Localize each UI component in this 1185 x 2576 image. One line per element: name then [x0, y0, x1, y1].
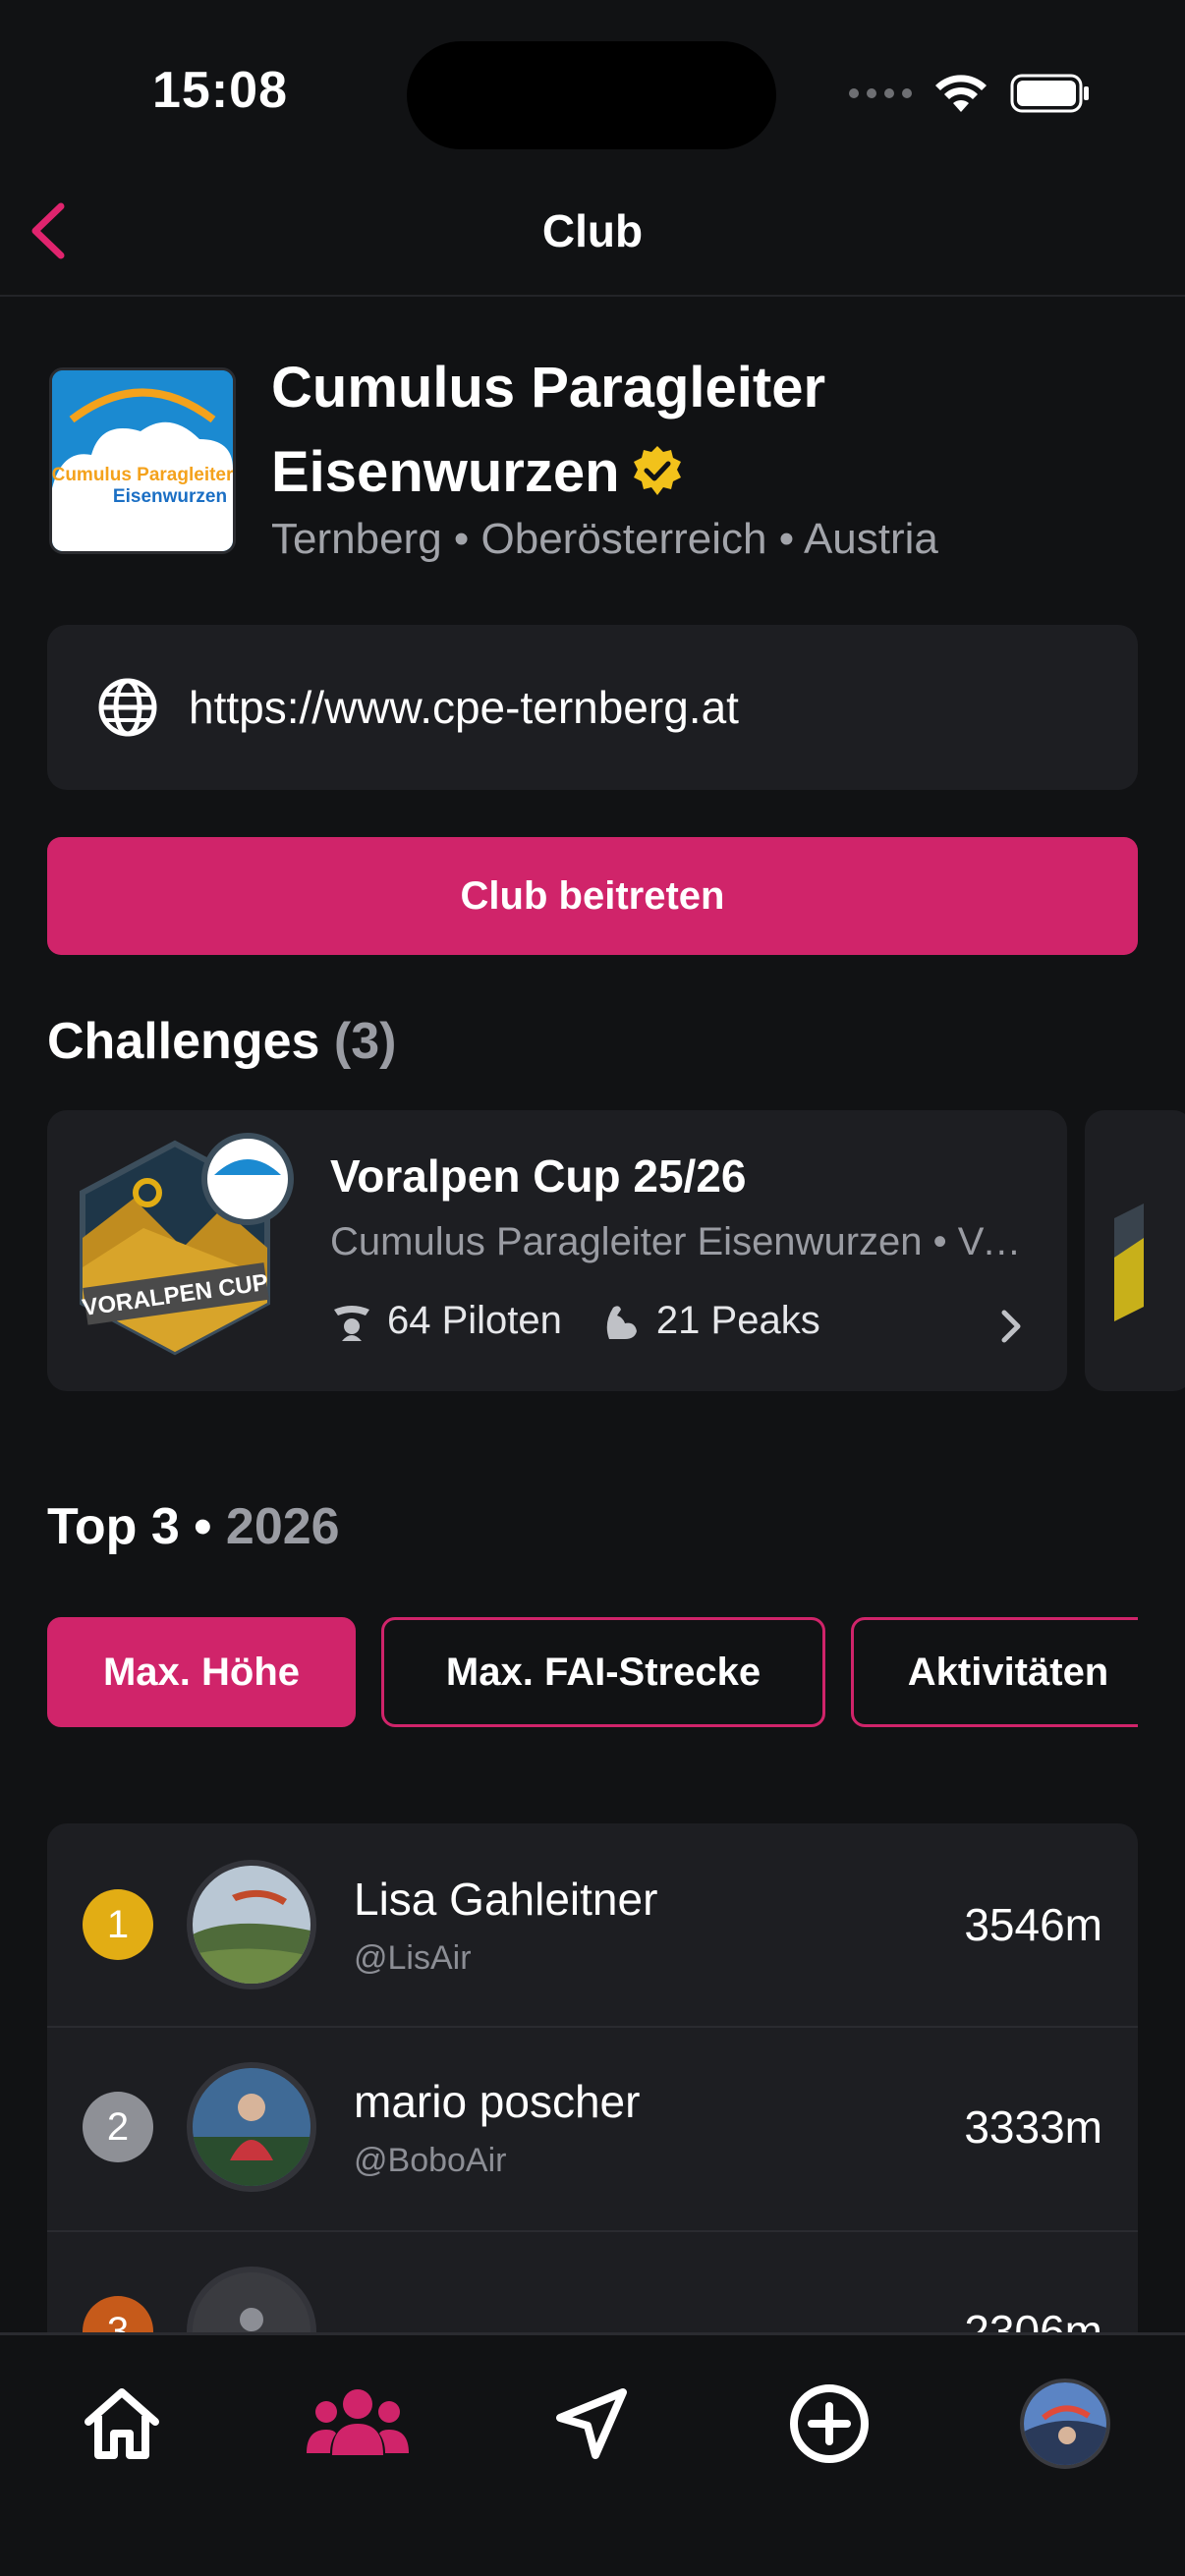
pilots-count: 64 Piloten	[387, 1299, 562, 1342]
pilot-handle: @LisAir	[354, 1939, 472, 1977]
avatar-placeholder	[187, 2267, 316, 2334]
tab-club[interactable]	[307, 2375, 409, 2473]
challenge-subtitle: Cumulus Paragleiter Eisenwurzen • Voralp…	[330, 1220, 1028, 1263]
tab-max-fai-strecke[interactable]: Max. FAI-Strecke	[381, 1617, 825, 1727]
club-location: Ternberg • Oberösterreich • Austria	[271, 515, 938, 563]
pilot-name: Lisa Gahleitner	[354, 1874, 658, 1925]
avatar	[187, 2062, 316, 2192]
logo-text-2: Eisenwurzen	[113, 486, 227, 507]
challenges-count: (3)	[333, 1013, 397, 1070]
challenge-card-peek[interactable]	[1085, 1110, 1185, 1391]
wifi-icon	[935, 75, 987, 112]
header-divider	[0, 295, 1185, 297]
challenge-stats: 64 Piloten 21 Peaks	[330, 1299, 820, 1343]
leaderboard-row[interactable]: 1 Lisa Gahleitner @LisAir 3546m	[47, 1823, 1138, 2026]
chevron-right-icon	[1001, 1310, 1021, 1343]
website-link[interactable]: https://www.cpe-ternberg.at	[47, 625, 1138, 790]
status-icons	[849, 69, 1091, 118]
top3-heading: Top 3 • 2026	[47, 1497, 340, 1556]
leaderboard-row[interactable]: 3 2306m	[47, 2232, 1138, 2334]
profile-avatar	[1020, 2379, 1110, 2469]
pilot-icon	[334, 1305, 369, 1341]
leaderboard: 1 Lisa Gahleitner @LisAir 3546m 2 mario …	[47, 1823, 1138, 2334]
top3-year: 2026	[225, 1498, 340, 1555]
navigate-icon	[556, 2388, 627, 2459]
dynamic-island	[407, 41, 776, 149]
challenge-badge-icon: VORALPEN CUP	[80, 1133, 294, 1356]
challenges-heading: Challenges (3)	[47, 1012, 396, 1071]
challenge-card[interactable]: VORALPEN CUP Voralpen Cup 25/26 Cumulus …	[47, 1110, 1067, 1391]
club-logo: Cumulus Paragleiter Eisenwurzen	[49, 367, 236, 554]
join-club-button[interactable]: Club beitreten	[47, 837, 1138, 955]
page-title: Club	[541, 205, 644, 256]
top3-title: Top 3 •	[47, 1498, 212, 1555]
tab-bar	[0, 2332, 1185, 2576]
pilot-value: 2306m	[964, 2306, 1102, 2334]
pilot-name: mario poscher	[354, 2076, 641, 2127]
challenge-title: Voralpen Cup 25/26	[330, 1150, 747, 1202]
pilot-handle: @BoboAir	[354, 2142, 507, 2179]
tab-aktivitaeten[interactable]: Aktivitäten	[851, 1617, 1165, 1727]
rank-badge: 1	[83, 1889, 153, 1960]
status-time: 15:08	[152, 62, 288, 119]
challenges-title: Challenges	[47, 1013, 320, 1070]
peaks-count: 21 Peaks	[655, 1299, 820, 1342]
website-url: https://www.cpe-ternberg.at	[189, 682, 739, 733]
tab-max-hoehe[interactable]: Max. Höhe	[47, 1617, 356, 1727]
tab-profile[interactable]	[1016, 2375, 1114, 2473]
globe-icon	[98, 678, 157, 737]
tab-navigate[interactable]	[542, 2375, 641, 2473]
logo-text-1: Cumulus Paragleiter	[52, 465, 233, 485]
rank-badge: 2	[83, 2092, 153, 2162]
club-icon	[307, 2389, 409, 2455]
rank-badge: 3	[83, 2296, 153, 2334]
challenge-badge-peek-icon	[1114, 1204, 1144, 1321]
pilot-value: 3546m	[964, 1899, 1102, 1950]
tab-home[interactable]	[73, 2375, 171, 2473]
home-icon	[85, 2388, 159, 2459]
muscle-icon	[606, 1305, 637, 1339]
tab-add[interactable]	[780, 2375, 878, 2473]
club-name: Cumulus Paragleiter Eisenwurzen	[271, 346, 1136, 515]
add-icon	[790, 2384, 869, 2463]
top3-tabs: Max. Höhe Max. FAI-Strecke Aktivitäten	[0, 1611, 1185, 1739]
avatar	[187, 1860, 316, 1989]
pilot-value: 3333m	[964, 2101, 1102, 2153]
leaderboard-row[interactable]: 2 mario poscher @BoboAir 3333m	[47, 2028, 1138, 2230]
verified-badge-icon	[633, 446, 681, 495]
club-name-text: Cumulus Paragleiter Eisenwurzen	[271, 356, 826, 504]
signal-icon	[849, 88, 912, 98]
battery-icon	[1010, 74, 1089, 113]
